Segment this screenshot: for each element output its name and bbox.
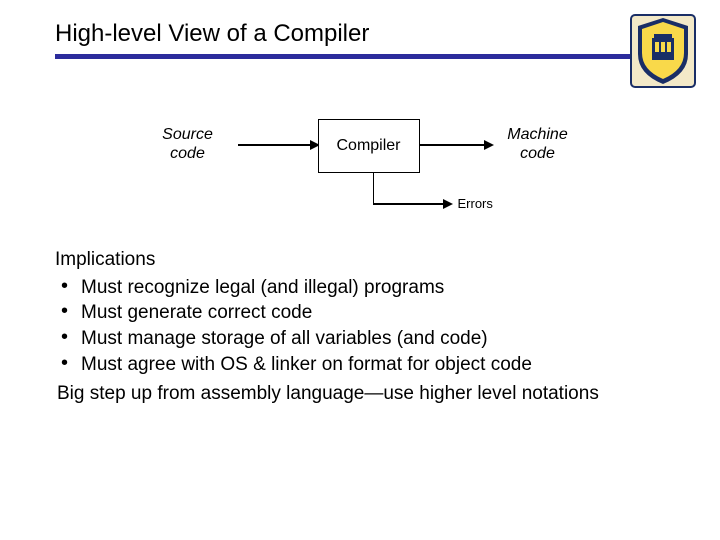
- errors-arrow-head: [443, 199, 453, 209]
- machine-line2: code: [520, 145, 555, 162]
- list-item-text: Must manage storage of all variables (an…: [81, 328, 488, 349]
- errors-line-h: [373, 203, 451, 205]
- list-item: Must recognize legal (and illegal) progr…: [55, 275, 680, 301]
- implications-list: Must recognize legal (and illegal) progr…: [55, 275, 680, 378]
- errors-label: Errors: [458, 196, 493, 211]
- list-item-text: Must generate correct code: [81, 302, 312, 323]
- closing-line: Big step up from assembly language—use h…: [55, 381, 680, 407]
- list-item: Must generate correct code: [55, 300, 680, 326]
- source-code-label: Source code: [143, 125, 233, 163]
- implications-section: Implications Must recognize legal (and i…: [55, 247, 680, 407]
- list-item-text: Must agree with OS & linker on format fo…: [81, 354, 532, 375]
- compiler-box: Compiler: [318, 119, 420, 173]
- errors-line-v: [373, 172, 375, 204]
- page-title: High-level View of a Compiler: [55, 20, 680, 48]
- compiler-box-label: Compiler: [336, 137, 400, 155]
- arrow-in-line: [238, 144, 318, 146]
- source-line2: code: [170, 145, 205, 162]
- source-line1: Source: [162, 126, 213, 143]
- compiler-diagram: Source code Compiler Machine code Errors: [58, 119, 678, 229]
- machine-line1: Machine: [507, 126, 567, 143]
- university-logo: [628, 12, 698, 90]
- list-item-text: Must recognize legal (and illegal) progr…: [81, 277, 444, 298]
- title-underline: [55, 54, 680, 59]
- slide: High-level View of a Compiler Source cod…: [0, 0, 720, 540]
- list-item: Must agree with OS & linker on format fo…: [55, 352, 680, 378]
- implications-heading: Implications: [55, 247, 680, 273]
- arrow-out-line: [420, 144, 492, 146]
- machine-code-label: Machine code: [493, 125, 583, 163]
- list-item: Must manage storage of all variables (an…: [55, 326, 680, 352]
